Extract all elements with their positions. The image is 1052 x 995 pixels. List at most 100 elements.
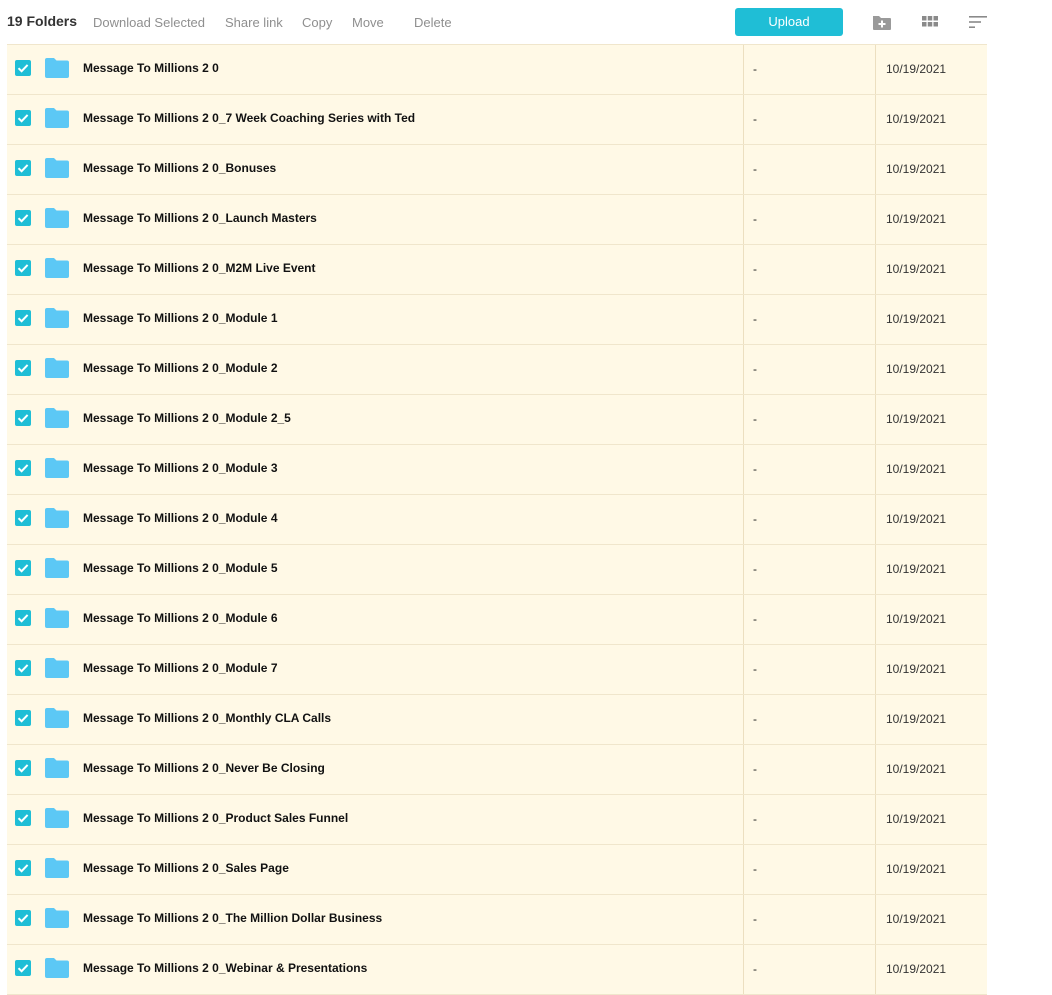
row-checkbox[interactable]	[15, 410, 31, 426]
folder-icon	[45, 158, 69, 178]
column-divider	[875, 945, 876, 994]
folder-name[interactable]: Message To Millions 2 0_Module 2_5	[83, 411, 291, 425]
folder-name[interactable]: Message To Millions 2 0_Module 7	[83, 661, 278, 675]
row-checkbox[interactable]	[15, 560, 31, 576]
folder-name[interactable]: Message To Millions 2 0_Module 5	[83, 561, 278, 575]
row-checkbox[interactable]	[15, 860, 31, 876]
row-checkbox[interactable]	[15, 360, 31, 376]
folder-row[interactable]: Message To Millions 2 0_Launch Masters - 1…	[7, 195, 987, 245]
folder-name[interactable]: Message To Millions 2 0_M2M Live Event	[83, 261, 316, 275]
folder-icon	[45, 908, 69, 928]
row-checkbox[interactable]	[15, 910, 31, 926]
row-checkbox[interactable]	[15, 510, 31, 526]
folder-row[interactable]: Message To Millions 2 0_Sales Page - 10/19…	[7, 845, 987, 895]
row-checkbox[interactable]	[15, 960, 31, 976]
folder-date: 10/19/2021	[886, 762, 947, 776]
row-checkbox[interactable]	[15, 60, 31, 76]
folder-name[interactable]: Message To Millions 2 0_Never Be Closing	[83, 761, 325, 775]
column-divider	[743, 395, 744, 444]
row-checkbox[interactable]	[15, 760, 31, 776]
row-checkbox[interactable]	[15, 310, 31, 326]
folder-row[interactable]: Message To Millions 2 0_M2M Live Event - 1…	[7, 245, 987, 295]
sort-icon[interactable]	[968, 12, 988, 32]
folder-row[interactable]: Message To Millions 2 0_Never Be Closing…	[7, 745, 987, 795]
folder-size: -	[753, 362, 757, 376]
folder-table: Message To Millions 2 0-10/19/2021 Messag…	[7, 44, 987, 995]
folder-name[interactable]: Message To Millions 2 0_Monthly CLA Call…	[83, 711, 331, 725]
row-checkbox[interactable]	[15, 660, 31, 676]
folder-name[interactable]: Message To Millions 2 0	[83, 61, 219, 75]
folder-name[interactable]: Message To Millions 2 0_Module 3	[83, 461, 278, 475]
row-checkbox[interactable]	[15, 110, 31, 126]
folder-icon	[45, 408, 69, 428]
folder-name[interactable]: Message To Millions 2 0_Product Sales Fu…	[83, 811, 348, 825]
column-divider	[743, 295, 744, 344]
row-checkbox[interactable]	[15, 460, 31, 476]
folder-name[interactable]: Message To Millions 2 0_Module 4	[83, 511, 278, 525]
folder-date: 10/19/2021	[886, 412, 947, 426]
folder-icon	[45, 758, 69, 778]
folder-icon	[45, 208, 69, 228]
column-divider	[875, 295, 876, 344]
checkmark-icon	[17, 814, 29, 823]
folder-row[interactable]: Message To Millions 2 0_Module 1 - 10/19/2…	[7, 295, 987, 345]
folder-name[interactable]: Message To Millions 2 0_7 Week Coaching …	[83, 111, 415, 125]
upload-button[interactable]: Upload	[735, 8, 843, 36]
row-checkbox[interactable]	[15, 810, 31, 826]
folder-row[interactable]: Message To Millions 2 0_Module 2 - 10/19/2…	[7, 345, 987, 395]
checkmark-icon	[17, 714, 29, 723]
folder-row[interactable]: Message To Millions 2 0_7 Week Coaching …	[7, 95, 987, 145]
column-divider	[875, 795, 876, 844]
folder-name[interactable]: Message To Millions 2 0_Module 2	[83, 361, 278, 375]
folder-row[interactable]: Message To Millions 2 0_Module 7 - 10/19/2…	[7, 645, 987, 695]
move-button[interactable]: Move	[352, 15, 384, 30]
folder-name[interactable]: Message To Millions 2 0_Bonuses	[83, 161, 276, 175]
grid-view-icon[interactable]	[920, 12, 940, 32]
column-divider	[875, 645, 876, 694]
folder-date: 10/19/2021	[886, 62, 947, 76]
folder-date: 10/19/2021	[886, 262, 947, 276]
checkmark-icon	[17, 564, 29, 573]
folder-name[interactable]: Message To Millions 2 0_Webinar & Presen…	[83, 961, 367, 975]
download-selected-button[interactable]: Download Selected	[93, 15, 205, 30]
folder-name[interactable]: Message To Millions 2 0_Launch Masters	[83, 211, 317, 225]
folder-name[interactable]: Message To Millions 2 0_Module 6	[83, 611, 278, 625]
folder-row[interactable]: Message To Millions 2 0_The Million Doll…	[7, 895, 987, 945]
folder-icon	[45, 458, 69, 478]
copy-button[interactable]: Copy	[302, 15, 332, 30]
new-folder-icon[interactable]	[872, 12, 892, 32]
column-divider	[875, 145, 876, 194]
column-divider	[743, 95, 744, 144]
folder-row[interactable]: Message To Millions 2 0_Product Sales Fu…	[7, 795, 987, 845]
folder-name[interactable]: Message To Millions 2 0_Sales Page	[83, 861, 289, 875]
row-checkbox[interactable]	[15, 210, 31, 226]
folder-row[interactable]: Message To Millions 2 0_Module 2_5 - 10/19…	[7, 395, 987, 445]
folder-size: -	[753, 112, 757, 126]
folder-row[interactable]: Message To Millions 2 0_Bonuses - 10/19/20…	[7, 145, 987, 195]
folder-name[interactable]: Message To Millions 2 0_Module 1	[83, 311, 278, 325]
column-divider	[875, 345, 876, 394]
folder-name[interactable]: Message To Millions 2 0_The Million Doll…	[83, 911, 382, 925]
checkmark-icon	[17, 114, 29, 123]
folder-row[interactable]: Message To Millions 2 0_Module 3 - 10/19/2…	[7, 445, 987, 495]
folder-row[interactable]: Message To Millions 2 0_Module 4 - 10/19/2…	[7, 495, 987, 545]
column-divider	[743, 945, 744, 994]
row-checkbox[interactable]	[15, 710, 31, 726]
row-checkbox[interactable]	[15, 610, 31, 626]
column-divider	[743, 845, 744, 894]
folder-icon	[45, 258, 69, 278]
row-checkbox[interactable]	[15, 260, 31, 276]
delete-button[interactable]: Delete	[414, 15, 452, 30]
column-divider	[743, 445, 744, 494]
folder-row[interactable]: Message To Millions 2 0 - 10/19/2021	[7, 45, 987, 95]
share-link-button[interactable]: Share link	[225, 15, 283, 30]
row-checkbox[interactable]	[15, 160, 31, 176]
folder-row[interactable]: Message To Millions 2 0_Module 6 - 10/19/2…	[7, 595, 987, 645]
column-divider	[875, 445, 876, 494]
folder-row[interactable]: Message To Millions 2 0_Webinar & Presen…	[7, 945, 987, 995]
checkmark-icon	[17, 364, 29, 373]
folder-row[interactable]: Message To Millions 2 0_Module 5 - 10/19/2…	[7, 545, 987, 595]
column-divider	[875, 395, 876, 444]
folder-row[interactable]: Message To Millions 2 0_Monthly CLA Call…	[7, 695, 987, 745]
checkmark-icon	[17, 664, 29, 673]
